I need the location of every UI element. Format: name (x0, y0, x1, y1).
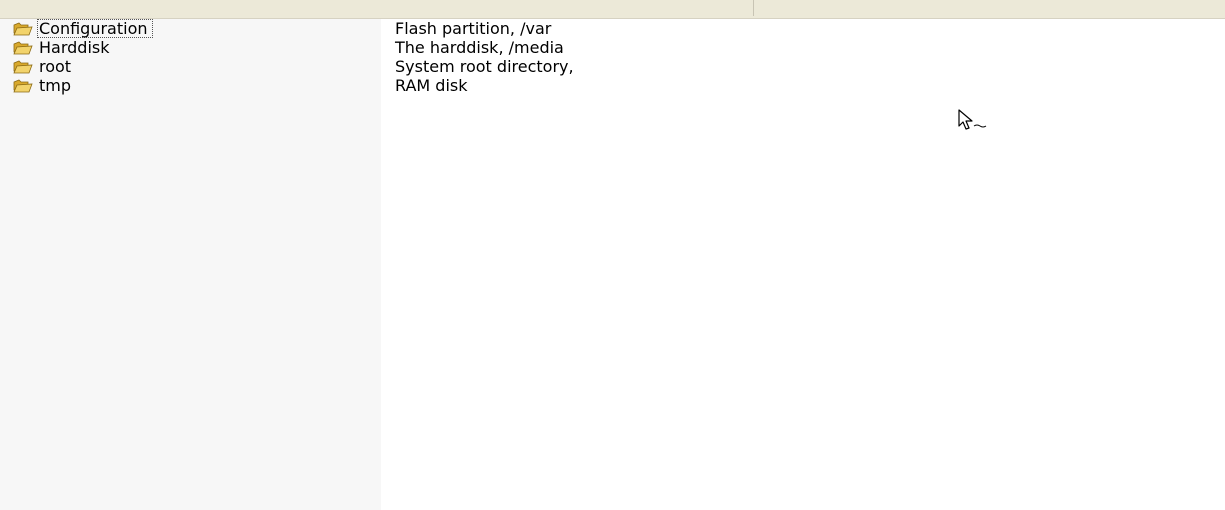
list-item-configuration[interactable]: Configuration Flash partition, /var (0, 19, 1225, 38)
name-cell[interactable]: tmp (13, 76, 76, 95)
file-list: Configuration Flash partition, /var Hard… (0, 19, 1225, 95)
description-cell: RAM disk (395, 76, 468, 95)
list-item-harddisk[interactable]: Harddisk The harddisk, /media (0, 38, 1225, 57)
folder-icon (13, 60, 33, 73)
item-name: Harddisk (39, 38, 110, 57)
mouse-cursor-icon (958, 109, 987, 130)
item-name: root (39, 57, 72, 76)
folder-icon (13, 79, 33, 92)
description-cell: The harddisk, /media (395, 38, 564, 57)
list-item-tmp[interactable]: tmp RAM disk (0, 76, 1225, 95)
file-browser-window: Configuration Flash partition, /var Hard… (0, 0, 1225, 510)
list-item-root[interactable]: root System root directory, (0, 57, 1225, 76)
folder-icon (13, 22, 33, 35)
column-header-bar (0, 0, 1225, 19)
name-cell[interactable]: root (13, 57, 76, 76)
column-header-separator[interactable] (753, 0, 754, 16)
folder-icon (13, 41, 33, 54)
item-name: Configuration (37, 19, 153, 38)
description-cell: Flash partition, /var (395, 19, 552, 38)
name-cell[interactable]: Configuration (13, 19, 153, 38)
description-cell: System root directory, (395, 57, 574, 76)
item-name: tmp (39, 76, 72, 95)
name-cell[interactable]: Harddisk (13, 38, 115, 57)
